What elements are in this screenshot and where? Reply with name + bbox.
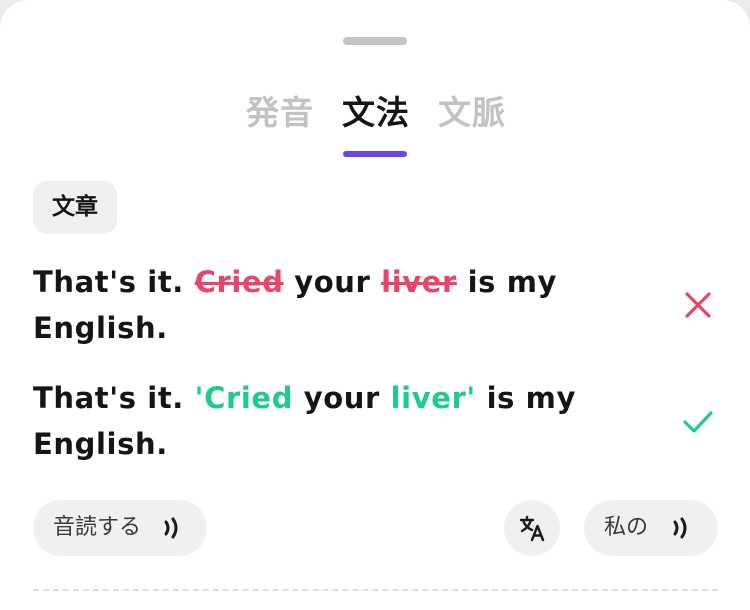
dashed-divider [33,589,718,591]
sound-wave-icon [164,517,178,539]
sentence-text: your [283,265,382,299]
section-chip: 文章 [33,181,117,234]
bottom-sheet: 発音 文法 文脈 文章 That's it. Cried your liver … [0,0,750,610]
corrected-word: liver' [390,381,476,415]
tab-pronunciation[interactable]: 発音 [246,92,314,134]
sheet-drag-handle[interactable] [343,37,407,45]
my-recording-button[interactable]: 私の [584,500,718,556]
corrected-word: 'Cried [194,381,294,415]
sentence-text: your [293,381,391,415]
x-icon [685,292,711,318]
original-sentence: That's it. Cried your liver is my Englis… [33,259,623,351]
corrected-sentence: That's it. 'Cried your liver' is my Engl… [33,375,623,467]
read-aloud-label: 音読する [53,515,142,540]
sentence-text: That's it. [33,265,195,299]
error-word: liver [381,265,457,299]
read-aloud-button[interactable]: 音読する [33,500,207,556]
tab-grammar[interactable]: 文法 [342,92,410,134]
active-tab-indicator [343,151,407,157]
my-recording-label: 私の [604,515,649,540]
error-word: Cried [194,265,284,299]
sentence-text: That's it. [33,381,195,415]
tab-context[interactable]: 文脈 [438,92,506,134]
translate-button[interactable] [504,500,560,556]
sound-wave-icon [673,517,687,539]
translate-icon [519,515,545,542]
check-icon [683,411,713,433]
